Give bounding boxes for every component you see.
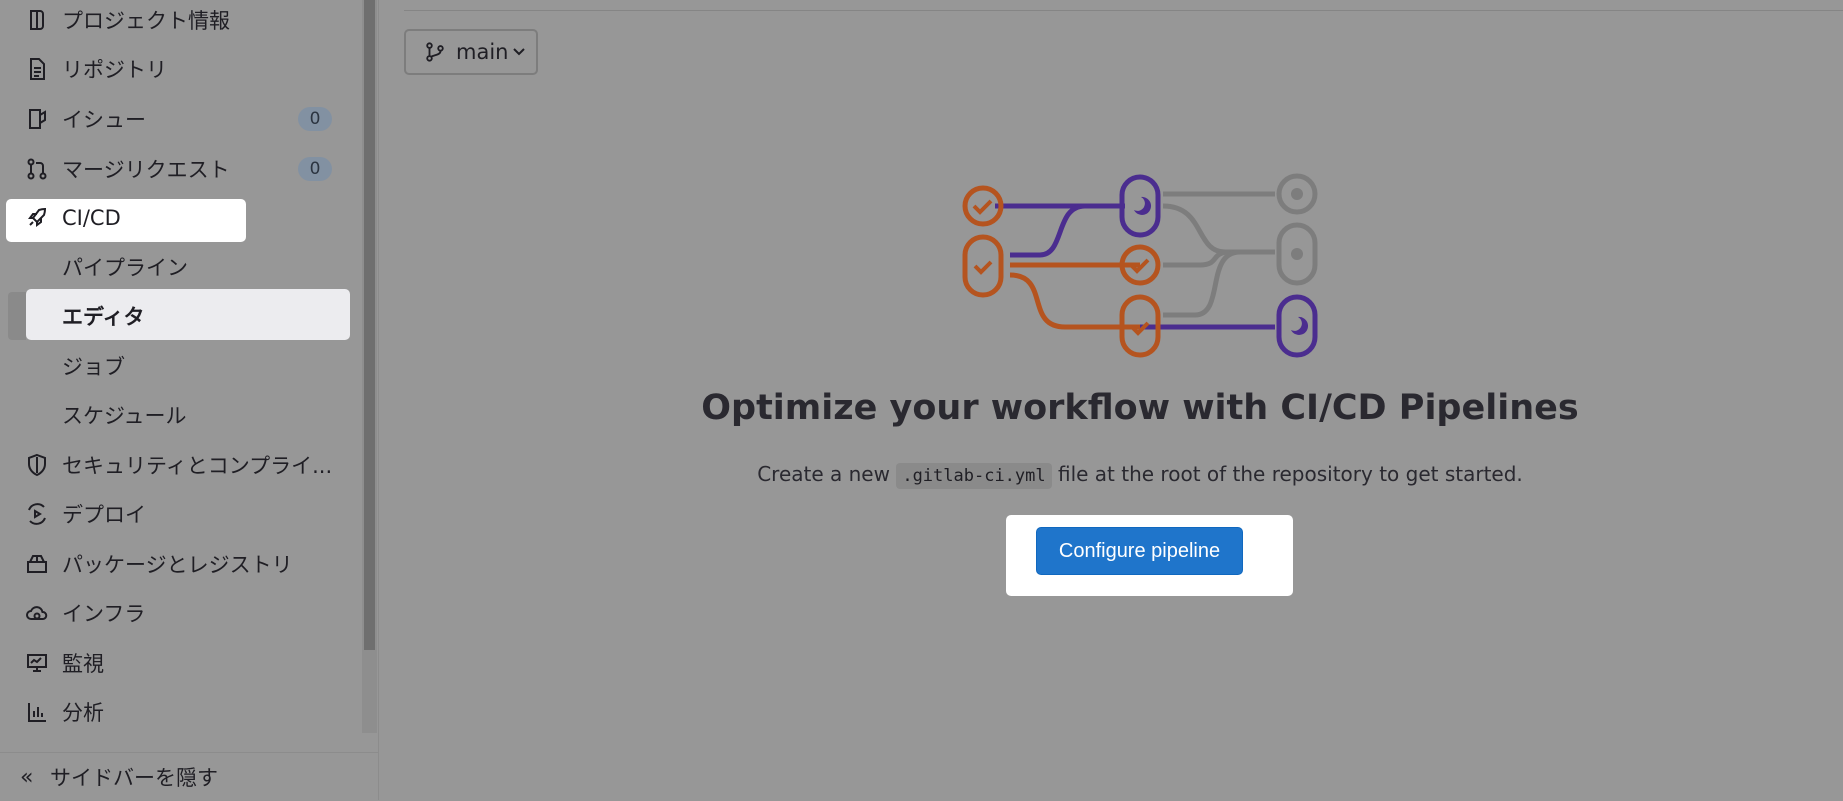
sidebar-item-issues[interactable]: イシュー 0 xyxy=(0,95,360,143)
sidebar-item-label: 監視 xyxy=(62,652,104,676)
sidebar-item-pipelines[interactable]: パイプライン xyxy=(0,243,360,291)
sidebar-item-cicd[interactable]: CI/CD xyxy=(0,194,360,242)
configure-pipeline-button[interactable]: Configure pipeline xyxy=(1036,527,1243,575)
sidebar-item-jobs[interactable]: ジョブ xyxy=(0,342,360,390)
sidebar-item-label: ジョブ xyxy=(62,355,125,379)
chevron-down-icon xyxy=(513,48,525,56)
sidebar-item-schedules[interactable]: スケジュール xyxy=(0,391,360,439)
empty-state-title: Optimize your workflow with CI/CD Pipeli… xyxy=(701,388,1579,428)
sidebar-item-editor[interactable]: エディタ xyxy=(0,292,360,340)
double-chevron-left-icon: « xyxy=(20,764,34,790)
document-icon xyxy=(24,56,50,82)
sidebar: プロジェクト情報 リポジトリ イシュー 0 マージリクエスト 0 CI/CD パ… xyxy=(0,0,379,800)
package-icon xyxy=(24,551,50,577)
branch-selector[interactable]: main xyxy=(404,29,538,75)
monitor-icon xyxy=(24,650,50,676)
sidebar-item-label: エディタ xyxy=(62,305,145,329)
sidebar-item-label: プロジェクト情報 xyxy=(62,9,230,33)
sidebar-item-label: マージリクエスト xyxy=(62,158,230,182)
chart-icon xyxy=(24,699,50,725)
shield-icon xyxy=(24,452,50,478)
sidebar-item-security-compliance[interactable]: セキュリティとコンプライ... xyxy=(0,441,360,489)
sidebar-item-label: セキュリティとコンプライ... xyxy=(62,454,333,478)
sidebar-item-label: パイプライン xyxy=(62,256,188,280)
sidebar-item-label: デプロイ xyxy=(62,503,146,527)
sidebar-item-label: 分析 xyxy=(62,701,104,725)
rocket-icon xyxy=(24,205,50,231)
issues-count-badge: 0 xyxy=(298,107,332,131)
sidebar-item-merge-requests[interactable]: マージリクエスト 0 xyxy=(0,145,360,193)
sidebar-item-label: CI/CD xyxy=(62,206,121,230)
branch-label: main xyxy=(456,40,509,64)
branch-icon xyxy=(426,42,444,62)
sidebar-item-packages-registries[interactable]: パッケージとレジストリ xyxy=(0,540,360,588)
cloud-gear-icon xyxy=(24,600,50,626)
sidebar-item-label: パッケージとレジストリ xyxy=(62,553,293,577)
deployments-icon xyxy=(24,501,50,527)
sidebar-item-label: スケジュール xyxy=(62,404,187,428)
sidebar-scrollbar-thumb[interactable] xyxy=(364,0,375,650)
pipeline-illustration xyxy=(962,173,1318,358)
collapse-sidebar-button[interactable]: « サイドバーを隠す xyxy=(0,752,378,801)
issues-icon xyxy=(24,106,50,132)
sidebar-item-label: リポジトリ xyxy=(62,58,167,82)
sidebar-item-label: イシュー xyxy=(62,108,146,132)
merge-request-icon xyxy=(24,156,50,182)
header-divider xyxy=(404,10,1843,11)
description-text-after: file at the root of the repository to ge… xyxy=(1051,462,1523,486)
collapse-sidebar-label: サイドバーを隠す xyxy=(50,766,218,790)
sidebar-item-repository[interactable]: リポジトリ xyxy=(0,45,360,93)
sidebar-item-analytics[interactable]: 分析 xyxy=(0,688,360,736)
gitlab-ci-filename: .gitlab-ci.yml xyxy=(896,463,1052,489)
merge-requests-count-badge: 0 xyxy=(298,157,332,181)
sidebar-item-deployments[interactable]: デプロイ xyxy=(0,490,360,538)
description-text-before: Create a new xyxy=(757,462,897,486)
sidebar-item-label: インフラ xyxy=(62,602,146,626)
sidebar-item-project-info[interactable]: プロジェクト情報 xyxy=(0,0,360,44)
project-icon xyxy=(24,7,50,33)
empty-state-description: Create a new .gitlab-ci.yml file at the … xyxy=(690,462,1590,489)
sidebar-item-monitor[interactable]: 監視 xyxy=(0,639,360,687)
sidebar-item-infrastructure[interactable]: インフラ xyxy=(0,589,360,637)
